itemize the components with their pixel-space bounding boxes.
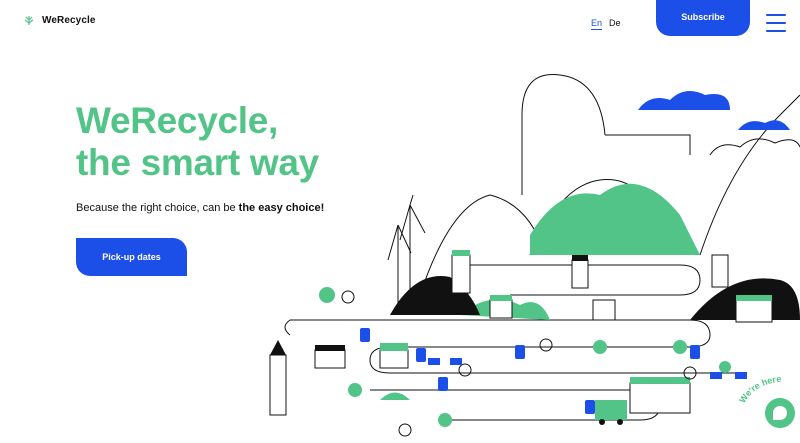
language-en-link[interactable]: En xyxy=(591,18,603,30)
menu-bar xyxy=(766,22,786,24)
menu-bar xyxy=(766,30,786,32)
logo-text: WeRecycle xyxy=(42,14,96,26)
tagline-text: Because the right choice, can be xyxy=(76,202,239,214)
logo[interactable]: WeRecycle xyxy=(22,13,96,27)
hamburger-menu-icon[interactable] xyxy=(766,14,786,32)
subscribe-button[interactable]: Subscribe xyxy=(656,0,750,36)
language-de-link[interactable]: De xyxy=(609,18,621,28)
pickup-dates-button[interactable]: Pick-up dates xyxy=(76,238,187,276)
chat-icon[interactable] xyxy=(765,398,795,428)
leaf-logo-icon xyxy=(24,16,34,25)
menu-bar xyxy=(766,14,786,16)
town-illustration xyxy=(269,74,800,437)
